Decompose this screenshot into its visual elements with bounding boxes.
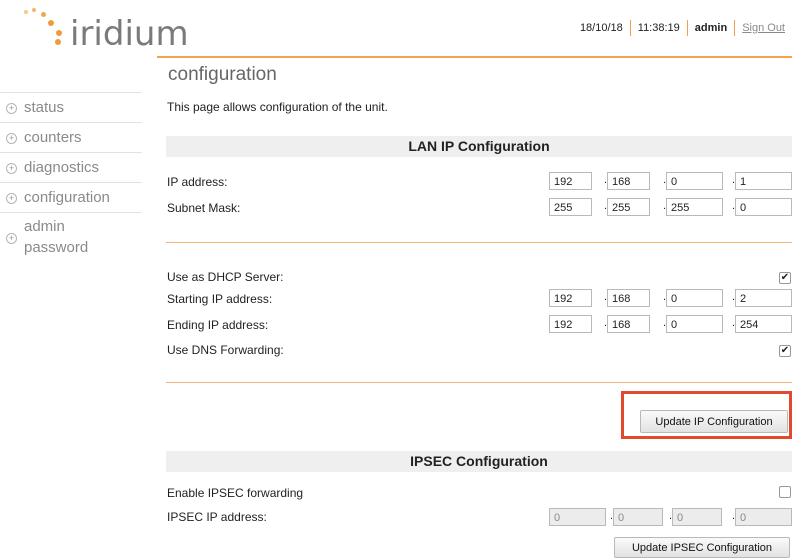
sidebar-item-label: configuration (24, 189, 110, 206)
sidebar-item-status[interactable]: + status (0, 92, 142, 122)
sidebar-item-configuration[interactable]: + configuration (0, 182, 142, 212)
sign-out-link[interactable]: Sign Out (742, 22, 785, 34)
sidebar-nav: + status + counters + diagnostics + conf… (0, 92, 142, 264)
expand-icon: + (6, 163, 17, 174)
ipsec-ip-octet-3: 0 (672, 508, 722, 526)
end-ip-octet-3[interactable]: 0 (666, 315, 723, 333)
dhcp-server-label: Use as DHCP Server: (167, 270, 284, 284)
expand-icon: + (6, 193, 17, 204)
end-ip-octet-2[interactable]: 168 (607, 315, 650, 333)
enable-ipsec-label: Enable IPSEC forwarding (167, 486, 304, 500)
ipsec-ip-octet-4: 0 (735, 508, 792, 526)
start-ip-octet-3[interactable]: 0 (666, 289, 723, 307)
expand-icon: + (6, 233, 17, 244)
start-ip-octet-4[interactable]: 2 (735, 289, 792, 307)
sidebar-item-label: status (24, 99, 65, 116)
ipsec-ip-octet-2: 0 (613, 508, 663, 526)
section-divider (166, 242, 792, 243)
ip-octet-3[interactable]: 0 (666, 172, 723, 190)
update-ipsec-configuration-button[interactable]: Update IPSEC Configuration (614, 537, 790, 558)
logo-dot (41, 12, 46, 17)
section-divider (166, 382, 792, 383)
dhcp-server-checkbox[interactable]: ✔ (779, 272, 791, 284)
logo-dot (24, 10, 28, 14)
ipsec-section-heading: IPSEC Configuration (166, 451, 792, 472)
highlight-box (621, 391, 792, 439)
mask-octet-3[interactable]: 255 (666, 198, 723, 216)
ip-address-label: IP address: (167, 175, 228, 189)
start-ip-octet-1[interactable]: 192 (549, 289, 592, 307)
sidebar-item-admin-password[interactable]: + admin password (0, 212, 142, 264)
sidebar-item-label: diagnostics (24, 159, 100, 176)
dns-forwarding-label: Use DNS Forwarding: (167, 343, 284, 357)
logo-text: iridium (70, 14, 189, 54)
sidebar-item-label-line2: password (24, 239, 89, 256)
ipsec-ip-label: IPSEC IP address: (167, 510, 267, 524)
expand-icon: + (6, 133, 17, 144)
subnet-mask-label: Subnet Mask: (167, 201, 241, 215)
mask-octet-1[interactable]: 255 (549, 198, 592, 216)
header-divider (157, 56, 792, 58)
sidebar-item-label: counters (24, 129, 82, 146)
mask-octet-4[interactable]: 0 (735, 198, 792, 216)
ip-octet-1[interactable]: 192 (549, 172, 592, 190)
starting-ip-label: Starting IP address: (167, 292, 273, 306)
expand-icon: + (6, 103, 17, 114)
ip-octet-2[interactable]: 168 (607, 172, 650, 190)
end-ip-octet-4[interactable]: 254 (735, 315, 792, 333)
enable-ipsec-checkbox[interactable] (779, 486, 791, 498)
mask-octet-2[interactable]: 255 (607, 198, 650, 216)
sidebar-item-diagnostics[interactable]: + diagnostics (0, 152, 142, 182)
sidebar-item-label: admin password (24, 216, 88, 258)
logo-dot (48, 20, 54, 26)
page-title: configuration (168, 64, 277, 85)
page-description: This page allows configuration of the un… (167, 100, 388, 114)
user-name: admin (686, 20, 734, 36)
sidebar-item-label-line1: admin (24, 218, 65, 235)
date-text: 18/10/18 (579, 22, 623, 34)
main-content: configuration This page allows configura… (166, 62, 792, 558)
ending-ip-label: Ending IP address: (167, 318, 269, 332)
logo-dot (56, 30, 62, 36)
logo-dot (32, 8, 36, 12)
ipsec-ip-octet-1: 0 (549, 508, 606, 526)
top-bar: 18/10/18 11:38:19 admin Sign Out (573, 19, 792, 37)
start-ip-octet-2[interactable]: 168 (607, 289, 650, 307)
dns-forwarding-checkbox[interactable]: ✔ (779, 345, 791, 357)
time-text: 11:38:19 (629, 20, 687, 36)
end-ip-octet-1[interactable]: 192 (549, 315, 592, 333)
sidebar-item-counters[interactable]: + counters (0, 122, 142, 152)
ip-octet-4[interactable]: 1 (735, 172, 792, 190)
logo-dot (55, 39, 61, 45)
lan-section-heading: LAN IP Configuration (166, 136, 792, 157)
iridium-logo: iridium (10, 6, 220, 52)
